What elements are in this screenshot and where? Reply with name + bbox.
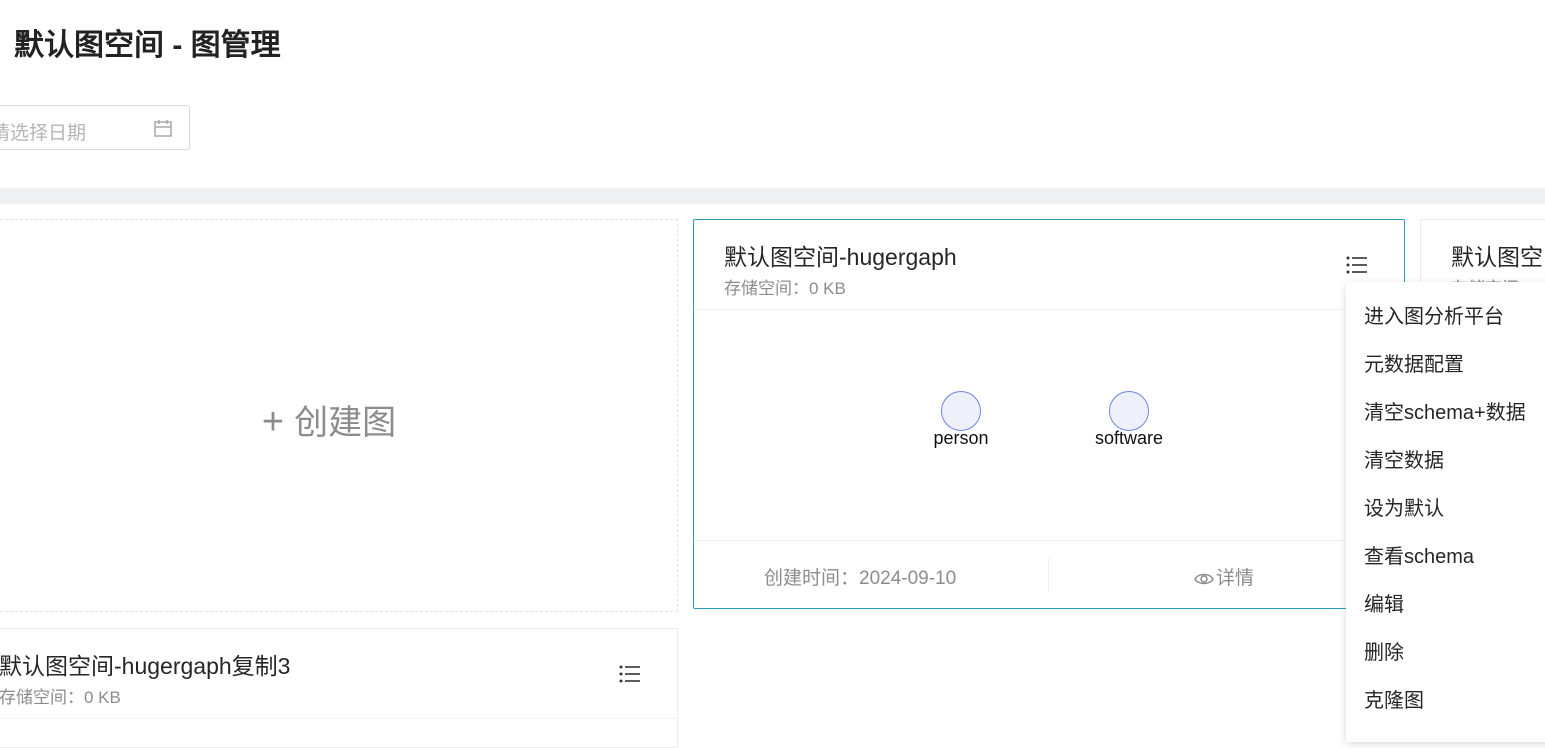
card-footer-divider <box>694 540 1404 541</box>
detail-link[interactable]: 详情 <box>1194 563 1254 590</box>
created-time: 创建时间：2024-09-10 <box>764 568 957 589</box>
calendar-icon <box>154 120 172 137</box>
graph-card-title: 默认图空间-hugergaph <box>724 244 957 270</box>
graph-card[interactable]: 默认图空间-hugergaph 存储空间：0 KB person softwar… <box>693 219 1405 609</box>
eye-icon <box>1194 573 1214 585</box>
graph-card-title: 默认图空 <box>1451 244 1543 270</box>
graph-card-storage: 存储空间：0 KB <box>724 279 846 298</box>
graph-node-label: person <box>933 428 989 448</box>
graph-card[interactable]: 默认图空间-hugergaph复制3 存储空间：0 KB <box>0 628 678 748</box>
section-divider <box>0 188 1545 204</box>
graph-card-storage: 存储空间：0 KB <box>0 688 121 707</box>
menu-item-enter-analysis[interactable]: 进入图分析平台 <box>1364 300 1504 329</box>
card-header-divider <box>694 309 1404 310</box>
menu-item-view-schema[interactable]: 查看schema <box>1364 540 1474 569</box>
graph-node-label: software <box>1094 428 1164 448</box>
menu-item-set-default[interactable]: 设为默认 <box>1364 492 1444 521</box>
graph-node-person[interactable] <box>941 391 981 431</box>
menu-item-clear-data[interactable]: 清空数据 <box>1364 444 1444 473</box>
page-title: 默认图空间 - 图管理 <box>14 29 281 62</box>
graph-node-software[interactable] <box>1109 391 1149 431</box>
card-header-divider <box>0 718 677 719</box>
date-picker-placeholder: 请选择日期 <box>0 123 87 144</box>
menu-item-clear-schema-data[interactable]: 清空schema+数据 <box>1364 396 1526 425</box>
list-menu-icon[interactable] <box>1346 256 1368 274</box>
menu-item-edit[interactable]: 编辑 <box>1364 588 1404 617</box>
graph-actions-menu: 进入图分析平台 元数据配置 清空schema+数据 清空数据 设为默认 查看sc… <box>1346 282 1545 742</box>
plus-icon: + <box>261 401 285 443</box>
graph-card-title: 默认图空间-hugergaph复制3 <box>0 653 291 679</box>
menu-item-metadata-config[interactable]: 元数据配置 <box>1364 348 1464 377</box>
create-graph-label: 创建图 <box>294 404 397 442</box>
menu-item-clone[interactable]: 克隆图 <box>1364 684 1424 713</box>
menu-item-delete[interactable]: 删除 <box>1364 636 1404 665</box>
list-menu-icon[interactable] <box>619 665 641 683</box>
detail-label: 详情 <box>1216 568 1255 589</box>
footer-separator <box>1048 558 1049 592</box>
date-picker[interactable]: 请选择日期 <box>0 105 190 150</box>
